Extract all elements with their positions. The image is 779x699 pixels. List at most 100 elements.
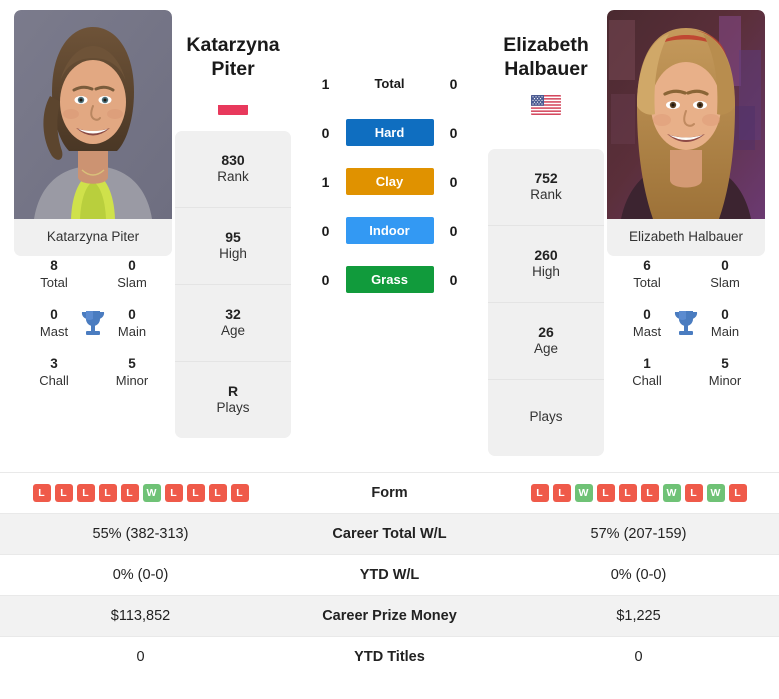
surface-total-left-score: 1 xyxy=(321,75,330,92)
surface-clay-label[interactable]: Clay xyxy=(345,168,434,195)
left-player-titles: 8 Total 0 Slam 0 Mast 0 Main 3 Chall 5 M… xyxy=(14,256,172,407)
career-prize-money-left: $113,852 xyxy=(0,595,281,637)
surface-row-hard: 0 Hard 0 xyxy=(294,119,485,146)
right-rank-value: 752 xyxy=(534,169,558,186)
surface-indoor-label[interactable]: Indoor xyxy=(345,217,434,244)
right-player-photo xyxy=(607,10,765,219)
left-player-card: Katarzyna Piter 8 Total 0 Slam 0 Mast 0 … xyxy=(14,10,172,407)
form-right-cell: LLWLLLWLWL xyxy=(498,472,779,514)
right-titles-main-value: 0 xyxy=(721,306,729,322)
left-titles-main-label: Main xyxy=(117,323,147,339)
form-badge-loss[interactable]: L xyxy=(618,484,637,502)
ytd-titles-label: YTD Titles xyxy=(281,636,498,678)
form-badge-loss[interactable]: L xyxy=(164,484,183,502)
surface-indoor-left-score: 0 xyxy=(321,222,330,239)
form-badge-win[interactable]: W xyxy=(662,484,681,502)
form-badge-loss[interactable]: L xyxy=(640,484,659,502)
right-titles-row-1: 6 Total 0 Slam xyxy=(607,258,765,291)
left-rank-value: 830 xyxy=(221,151,245,168)
player-comparison-page: Katarzyna Piter 8 Total 0 Slam 0 Mast 0 … xyxy=(0,0,779,699)
surface-row-grass: 0 Grass 0 xyxy=(294,266,485,293)
right-titles-minor-label: Minor xyxy=(708,372,742,388)
right-age-label: Age xyxy=(533,341,559,357)
right-titles-total-label: Total xyxy=(633,274,661,290)
form-badge-win[interactable]: W xyxy=(706,484,725,502)
ytd-titles-left: 0 xyxy=(0,636,281,678)
form-left-cell: LLLLLWLLLL xyxy=(0,472,281,514)
form-badge-loss[interactable]: L xyxy=(32,484,51,502)
form-badge-loss[interactable]: L xyxy=(230,484,249,502)
right-plays-label: Plays xyxy=(529,409,563,425)
left-plays-label: Plays xyxy=(216,400,250,416)
left-player-photo-card[interactable]: Katarzyna Piter xyxy=(14,10,172,256)
left-titles-minor-label: Minor xyxy=(115,372,149,388)
left-titles-slam-value: 0 xyxy=(128,257,136,273)
form-badge-loss[interactable]: L xyxy=(120,484,139,502)
surface-grass-label[interactable]: Grass xyxy=(345,266,434,293)
right-titles-mast-value: 0 xyxy=(643,306,651,322)
form-badge-loss[interactable]: L xyxy=(684,484,703,502)
form-badge-loss[interactable]: L xyxy=(552,484,571,502)
left-player-stat-stack: 830 Rank 95 High 32 Age R Plays xyxy=(175,130,291,438)
right-rank-cell: 752 Rank xyxy=(488,149,604,226)
left-player-photo-name: Katarzyna Piter xyxy=(46,229,140,244)
left-player-first-name: Katarzyna xyxy=(186,34,280,56)
left-player-summary: Katarzyna Piter 830 Rank 95 High 32 Age … xyxy=(175,10,291,438)
form-badge-loss[interactable]: L xyxy=(596,484,615,502)
form-badge-loss[interactable]: L xyxy=(98,484,117,502)
left-titles-mast: 0 Mast xyxy=(28,307,80,340)
ytd-wl-right: 0% (0-0) xyxy=(498,554,779,596)
left-titles-chall-value: 3 xyxy=(50,356,58,372)
left-titles-chall: 3 Chall xyxy=(28,356,80,389)
form-right-badges: LLWLLLWLWL xyxy=(499,484,778,502)
right-player-titles: 6 Total 0 Slam 0 Mast 0 Main 1 Chall 5 M… xyxy=(607,256,765,407)
right-player-card: Elizabeth Halbauer 6 Total 0 Slam 0 Mast… xyxy=(607,10,765,407)
left-titles-chall-label: Chall xyxy=(39,372,69,388)
right-titles-minor-value: 5 xyxy=(721,356,729,372)
left-titles-minor: 5 Minor xyxy=(106,356,158,389)
right-age-value: 26 xyxy=(538,323,554,340)
table-row-form: LLLLLWLLLL Form LLWLLLWLWL xyxy=(0,472,779,514)
form-badge-win[interactable]: W xyxy=(142,484,161,502)
comparison-table-body: LLLLLWLLLL Form LLWLLLWLWL 55% (382-313)… xyxy=(0,472,779,678)
left-titles-row-3: 3 Chall 5 Minor xyxy=(14,356,172,389)
left-titles-mast-value: 0 xyxy=(50,306,58,322)
form-badge-loss[interactable]: L xyxy=(530,484,549,502)
surface-row-indoor: 0 Indoor 0 xyxy=(294,217,485,244)
right-high-value: 260 xyxy=(534,246,558,263)
form-badge-win[interactable]: W xyxy=(574,484,593,502)
surface-row-total: 1 Total 0 xyxy=(294,70,485,97)
career-total-wl-left: 55% (382-313) xyxy=(0,513,281,555)
form-badge-loss[interactable]: L xyxy=(76,484,95,502)
trophy-icon xyxy=(673,308,699,343)
surface-grass-right-score: 0 xyxy=(449,271,458,288)
left-plays-value: R xyxy=(227,382,239,399)
right-high-label: High xyxy=(532,264,560,280)
left-titles-total-value: 8 xyxy=(50,257,58,273)
surface-hard-label[interactable]: Hard xyxy=(345,119,434,146)
table-row: $113,852 Career Prize Money $1,225 xyxy=(0,595,779,637)
right-titles-row-3: 1 Chall 5 Minor xyxy=(607,356,765,389)
right-player-photo-card[interactable]: Elizabeth Halbauer xyxy=(607,10,765,256)
left-high-cell: 95 High xyxy=(175,208,291,285)
surface-clay-left-score: 1 xyxy=(321,173,330,190)
surface-hard-right-score: 0 xyxy=(449,124,458,141)
left-high-label: High xyxy=(219,246,247,262)
left-player-name-block: Katarzyna Piter xyxy=(175,10,291,115)
right-rank-label: Rank xyxy=(530,187,562,203)
left-titles-total: 8 Total xyxy=(28,258,80,291)
form-badge-loss[interactable]: L xyxy=(208,484,227,502)
left-age-label: Age xyxy=(220,323,246,339)
left-titles-main-value: 0 xyxy=(128,306,136,322)
ytd-wl-label: YTD W/L xyxy=(281,554,498,596)
right-player-last-name: Halbauer xyxy=(504,58,588,81)
form-badge-loss[interactable]: L xyxy=(186,484,205,502)
left-titles-main: 0 Main xyxy=(106,307,158,340)
career-prize-money-right: $1,225 xyxy=(498,595,779,637)
right-player-stat-stack: 752 Rank 260 High 26 Age Plays xyxy=(488,148,604,456)
form-badge-loss[interactable]: L xyxy=(728,484,747,502)
left-age-cell: 32 Age xyxy=(175,285,291,362)
form-badge-loss[interactable]: L xyxy=(54,484,73,502)
left-titles-row-1: 8 Total 0 Slam xyxy=(14,258,172,291)
left-titles-slam-label: Slam xyxy=(117,274,147,290)
